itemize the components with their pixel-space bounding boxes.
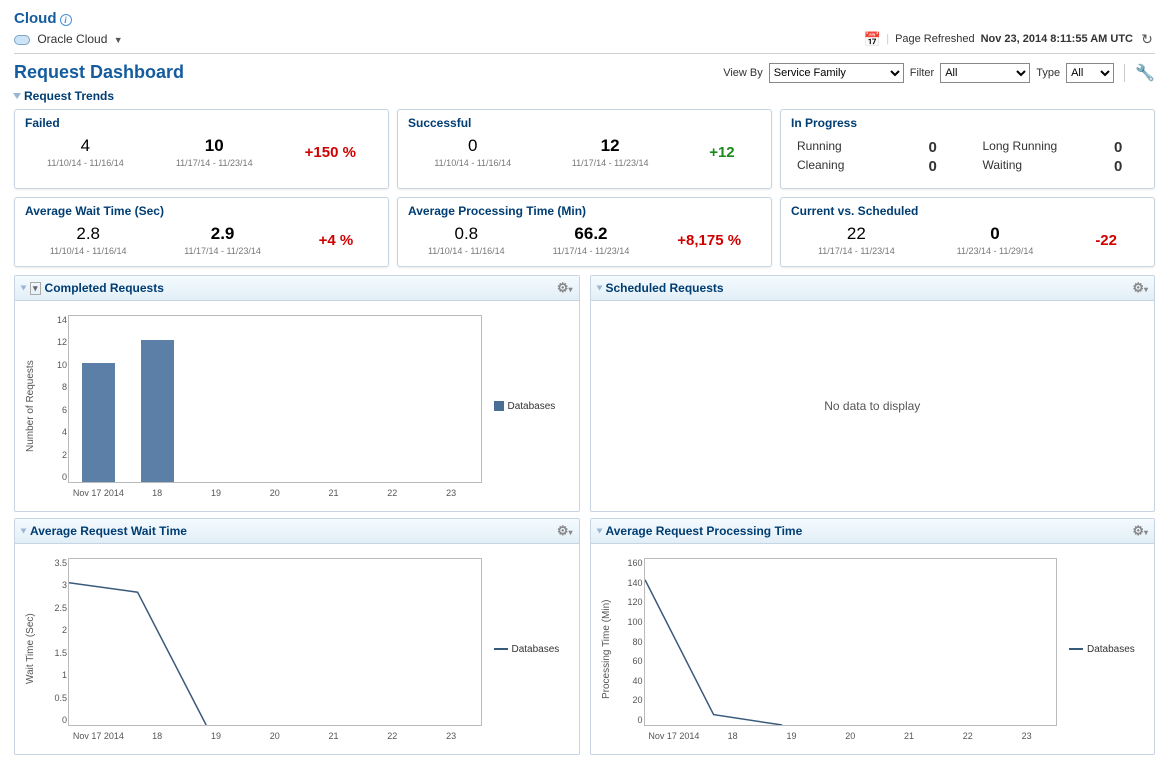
delta: +12 [709, 144, 734, 161]
legend-label: Databases [508, 401, 556, 412]
prev-range: 11/10/14 - 11/16/14 [434, 158, 511, 168]
card-avg-wait: Average Wait Time (Sec) 2.8 11/10/14 - 11… [14, 197, 389, 267]
refresh-time: Nov 23, 2014 8:11:55 AM UTC [981, 33, 1133, 45]
dashboard-title: Request Dashboard [14, 62, 184, 83]
card-current-vs-scheduled: Current vs. Scheduled 22 11/17/14 - 11/23… [780, 197, 1155, 267]
info-icon[interactable]: i [60, 14, 72, 26]
card-title: Average Processing Time (Min) [408, 204, 761, 218]
y-axis-label: Number of Requests [23, 309, 38, 503]
filter-select[interactable]: All [940, 63, 1030, 83]
delta: -22 [1095, 232, 1117, 249]
curr-range: 11/17/14 - 11/23/14 [572, 158, 649, 168]
curr-value: 12 [572, 136, 649, 156]
prev-value: 2.8 [50, 224, 127, 244]
running-label: Running [797, 139, 842, 156]
curr-value: 2.9 [184, 224, 261, 244]
chevron-down-icon[interactable]: ▾ [1144, 285, 1148, 294]
cloud-icon [14, 35, 30, 45]
prev-range: 11/10/14 - 11/16/14 [50, 246, 127, 256]
view-by-select[interactable]: Service Family [769, 63, 904, 83]
collapse-icon[interactable] [596, 529, 602, 534]
page-title: Cloud [14, 10, 57, 27]
section-title: Request Trends [24, 89, 114, 103]
panel-title: Completed Requests [45, 281, 164, 295]
panel-title: Average Request Processing Time [606, 524, 803, 538]
chevron-down-icon: ▼ [114, 35, 123, 45]
card-title: Failed [25, 116, 378, 130]
running-value: 0 [929, 139, 953, 156]
refresh-label: Page Refreshed [895, 33, 975, 45]
prev-value: 4 [47, 136, 124, 156]
curr-range: 11/17/14 - 11/23/14 [553, 246, 630, 256]
panel-avg-wait-time: Average Request Wait Time⚙▾ Wait Time (S… [14, 518, 580, 755]
y-axis-label: Wait Time (Sec) [23, 552, 38, 746]
line-chart: 3.532.521.510.50 Nov 17 2014181920212223 [68, 558, 482, 726]
panel-avg-proc-time: Average Request Processing Time⚙▾ Proces… [590, 518, 1156, 755]
prev-range: 11/10/14 - 11/16/14 [428, 246, 505, 256]
y-axis-label: Processing Time (Min) [599, 552, 614, 746]
settings-icon[interactable]: 🔧 [1135, 63, 1155, 83]
type-label: Type [1036, 67, 1060, 79]
panel-scheduled-requests: Scheduled Requests⚙▾ No data to display [590, 275, 1156, 512]
delta: +150 % [305, 144, 356, 161]
card-failed: Failed 4 11/10/14 - 11/16/14 10 11/17/14 -… [14, 109, 389, 189]
bar-chart: 14121086420 Nov 17 2014181920212223 [68, 315, 482, 483]
curr-value: 0 [957, 224, 1034, 244]
panel-title: Average Request Wait Time [30, 524, 187, 538]
panel-completed-requests: ▾Completed Requests⚙▾ Number of Requests… [14, 275, 580, 512]
breadcrumb[interactable]: Oracle Cloud ▼ [14, 32, 123, 46]
collapse-icon[interactable] [596, 286, 602, 291]
card-in-progress: In Progress Running 0 Cleaning 0 Long Runn… [780, 109, 1155, 189]
curr-range: 11/17/14 - 11/23/14 [184, 246, 261, 256]
calendar-icon[interactable]: 📅 [864, 31, 880, 47]
waiting-label: Waiting [983, 158, 1023, 175]
long-running-label: Long Running [983, 139, 1058, 156]
line-chart: 160140120100806040200 Nov 17 20141819202… [644, 558, 1058, 726]
card-avg-proc: Average Processing Time (Min) 0.8 11/10/1… [397, 197, 772, 267]
view-by-label: View By [723, 67, 763, 79]
refresh-icon[interactable]: ↻ [1139, 31, 1155, 47]
prev-value: 22 [818, 224, 895, 244]
prev-value: 0.8 [428, 224, 505, 244]
curr-range: 11/17/14 - 11/23/14 [176, 158, 253, 168]
collapse-icon[interactable] [21, 286, 27, 291]
curr-value: 66.2 [553, 224, 630, 244]
empty-message: No data to display [824, 399, 920, 413]
legend-line [1069, 648, 1083, 650]
delta: +8,175 % [677, 232, 741, 249]
legend-swatch [494, 401, 504, 411]
legend-label: Databases [1087, 644, 1135, 655]
delta: +4 % [319, 232, 354, 249]
curr-value: 10 [176, 136, 253, 156]
long-running-value: 0 [1114, 139, 1138, 156]
curr-range: 11/23/14 - 11/29/14 [957, 246, 1034, 256]
dropdown-icon[interactable]: ▾ [30, 282, 41, 295]
collapse-icon[interactable] [21, 529, 27, 534]
prev-range: 11/17/14 - 11/23/14 [818, 246, 895, 256]
chevron-down-icon[interactable]: ▾ [568, 528, 572, 537]
cleaning-label: Cleaning [797, 158, 844, 175]
chevron-down-icon[interactable]: ▾ [1144, 528, 1148, 537]
panel-title: Scheduled Requests [606, 281, 724, 295]
chevron-down-icon[interactable]: ▾ [568, 285, 572, 294]
card-title: Current vs. Scheduled [791, 204, 1144, 218]
prev-value: 0 [434, 136, 511, 156]
card-successful: Successful 0 11/10/14 - 11/16/14 12 11/17/… [397, 109, 772, 189]
collapse-icon[interactable] [13, 93, 21, 99]
prev-range: 11/10/14 - 11/16/14 [47, 158, 124, 168]
type-select[interactable]: All [1066, 63, 1114, 83]
waiting-value: 0 [1114, 158, 1138, 175]
breadcrumb-label: Oracle Cloud [37, 32, 107, 46]
card-title: Average Wait Time (Sec) [25, 204, 378, 218]
card-title: In Progress [791, 116, 1144, 130]
card-title: Successful [408, 116, 761, 130]
legend-label: Databases [512, 644, 560, 655]
legend-line [494, 648, 508, 650]
cleaning-value: 0 [929, 158, 953, 175]
filter-label: Filter [910, 67, 934, 79]
